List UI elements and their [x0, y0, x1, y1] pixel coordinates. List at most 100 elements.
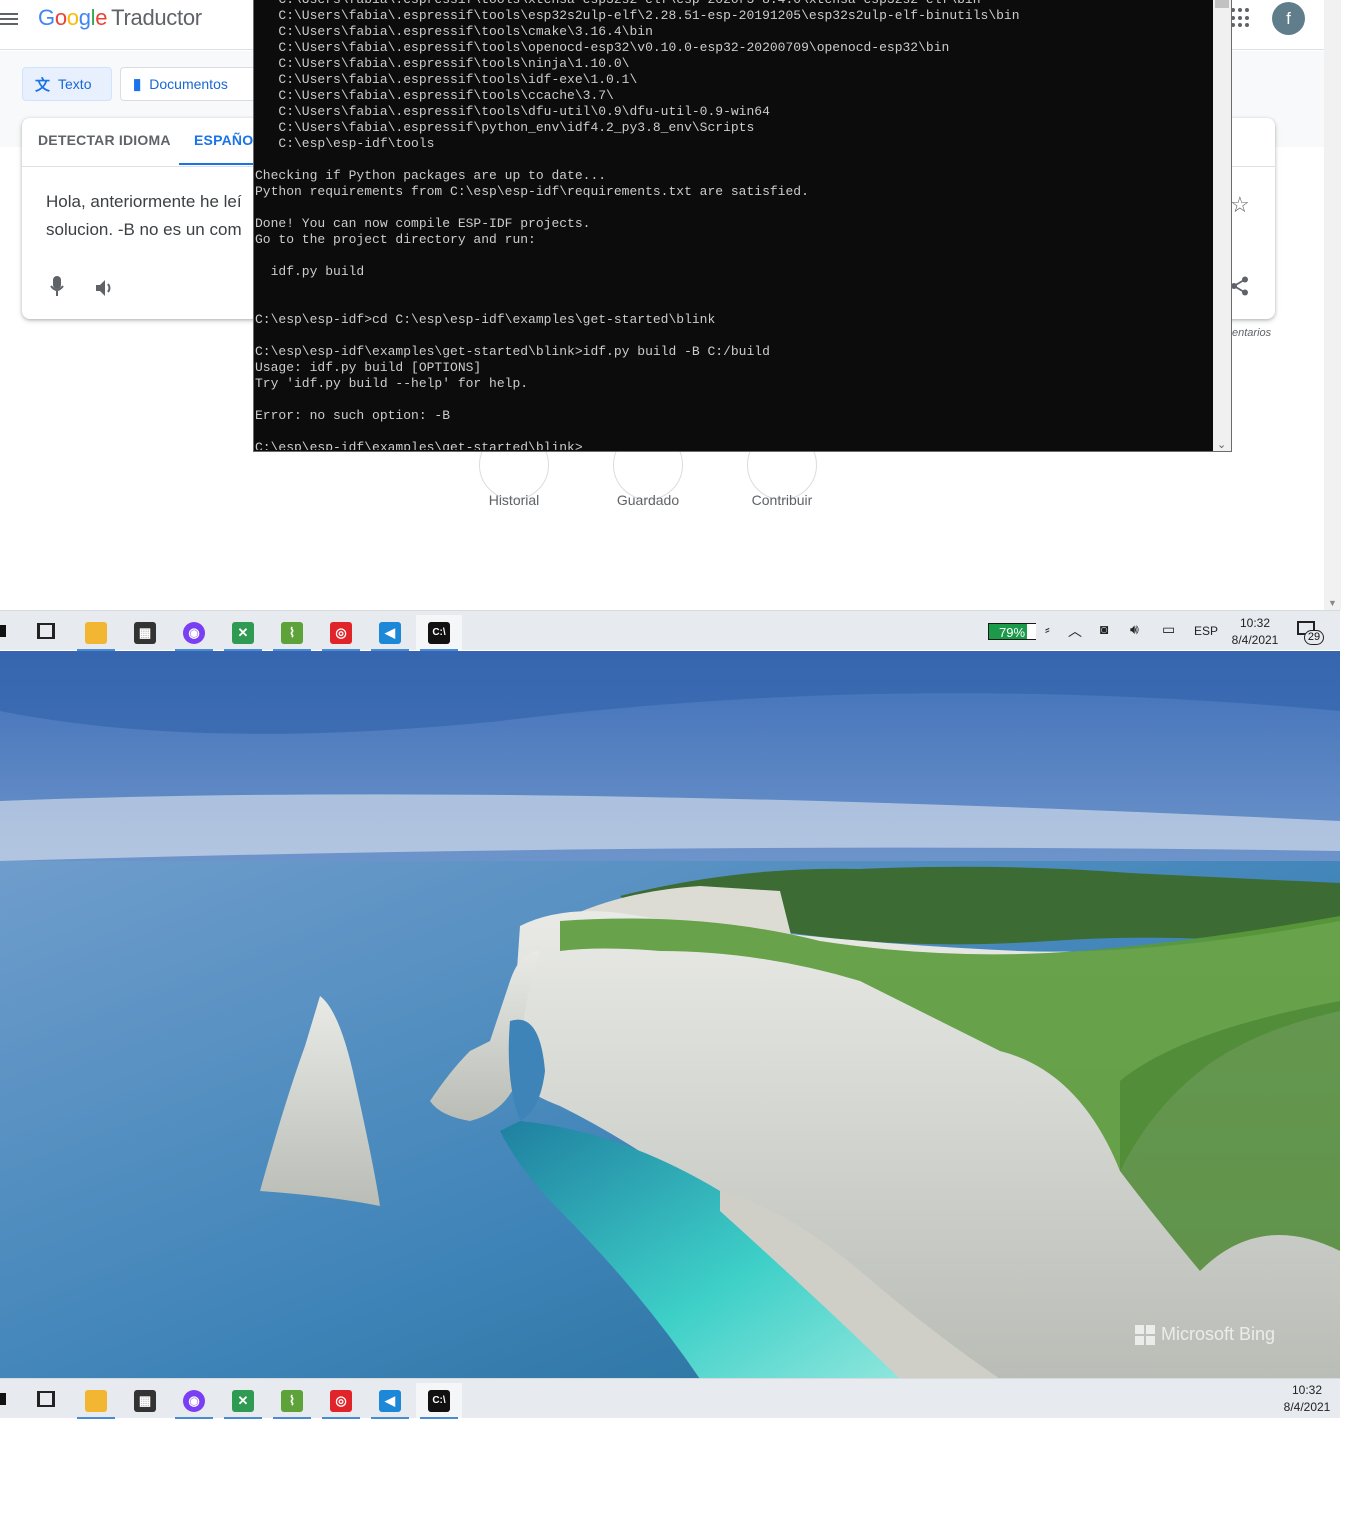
meet-now-icon[interactable]: ◙: [1100, 621, 1108, 637]
volume-icon[interactable]: 🔊︎: [1130, 621, 1139, 638]
console-line: C:\Users\fabia\.espressif\tools\cmake\3.…: [255, 24, 653, 39]
taskbar-secondary: ▦ ◉ ✕ ⌇ ◎ ◀ C:\ 10:32 8/4/2021: [0, 1378, 1340, 1419]
source-textarea[interactable]: Hola, anteriormente he leí solucion. -B …: [46, 188, 276, 244]
page-scrollbar[interactable]: ▼: [1324, 0, 1341, 610]
source-text-line: Hola, anteriormente he leí: [46, 192, 242, 211]
translate-icon: 文: [35, 76, 51, 94]
console-line: C:\esp\esp-idf\tools: [255, 136, 435, 151]
bing-watermark: Microsoft Bing: [1135, 1324, 1275, 1345]
console-line: idf.py build: [255, 264, 365, 279]
console-line: Error: no such option: -B: [255, 408, 451, 423]
history-label: Historial: [488, 492, 540, 508]
feedback-link[interactable]: entarios: [1232, 327, 1271, 339]
command-prompt-window[interactable]: C:\Users\fabia\.espressif\tools\xtensa-e…: [253, 0, 1232, 452]
desktop-wallpaper: [0, 651, 1340, 1379]
documents-mode-button[interactable]: ▮ Documentos: [120, 67, 260, 101]
share-icon[interactable]: [1230, 276, 1250, 296]
clock[interactable]: 10:32 8/4/2021: [1225, 615, 1285, 649]
documents-mode-label: Documentos: [149, 76, 228, 92]
console-line: C:\esp\esp-idf\examples\get-started\blin…: [255, 344, 770, 359]
espressif-icon[interactable]: ◎: [318, 1383, 364, 1419]
pen-icon[interactable]: ⸗: [1045, 621, 1050, 637]
clock[interactable]: 10:32 8/4/2021: [1277, 1382, 1337, 1416]
clock-time: 10:32: [1239, 616, 1271, 630]
store-icon[interactable]: ▦: [122, 1383, 168, 1419]
notification-center-icon[interactable]: 29: [1297, 621, 1324, 645]
command-prompt-icon[interactable]: C:\: [416, 615, 462, 651]
screen: Google Traductor f 文 Texto ▮ Documentos D…: [0, 0, 1366, 1536]
console-line: Usage: idf.py build [OPTIONS]: [255, 360, 482, 375]
source-text-line: solucion. -B no es un com: [46, 220, 242, 239]
console-line: C:\Users\fabia\.espressif\tools\idf-exe\…: [255, 72, 638, 87]
console-line: C:\esp\esp-idf>cd C:\esp\esp-idf\example…: [255, 312, 716, 327]
console-line: C:\esp\esp-idf\examples\get-started\blin…: [255, 440, 583, 450]
google-apps-icon[interactable]: [1231, 8, 1251, 28]
main-menu-icon[interactable]: [0, 10, 20, 30]
microsoft-logo-icon: [1135, 1324, 1155, 1345]
document-icon: ▮: [133, 76, 142, 93]
file-explorer-icon[interactable]: [73, 1383, 119, 1419]
battery-icon[interactable]: ▭: [1162, 621, 1175, 638]
chart-app-icon[interactable]: ⌇: [269, 1383, 315, 1419]
console-line: C:\Users\fabia\.espressif\tools\esp32s2u…: [255, 8, 1020, 23]
text-mode-button[interactable]: 文 Texto: [22, 67, 112, 101]
console-line: C:\Users\fabia\.espressif\python_env\idf…: [255, 120, 755, 135]
clock-date: 8/4/2021: [1231, 633, 1279, 647]
chevron-down-icon[interactable]: ⌄: [1217, 438, 1226, 451]
spreadsheet-icon[interactable]: ✕: [220, 615, 266, 651]
start-button[interactable]: [0, 625, 6, 637]
taskbar: ▦ ◉ ✕ ⌇ ◎ ◀ C:\ 79% ⸗ ︿ ◙ 🔊︎ ▭ ESP 10:32…: [0, 610, 1340, 651]
vscode-icon[interactable]: ◀: [367, 615, 413, 651]
spreadsheet-icon[interactable]: ✕: [220, 1383, 266, 1419]
store-icon[interactable]: ▦: [122, 615, 168, 651]
console-output: C:\Users\fabia\.espressif\tools\xtensa-e…: [255, 0, 1213, 450]
espressif-icon[interactable]: ◎: [318, 615, 364, 651]
clock-time: 10:32: [1291, 1383, 1323, 1397]
console-line: Checking if Python packages are up to da…: [255, 168, 607, 183]
task-view-icon[interactable]: [37, 1391, 55, 1407]
speaker-icon[interactable]: [94, 278, 116, 298]
product-name: Traductor: [111, 5, 202, 30]
start-button[interactable]: [0, 1393, 6, 1405]
bing-brand-text: Microsoft Bing: [1161, 1324, 1276, 1344]
console-line: C:\Users\fabia\.espressif\tools\ninja\1.…: [255, 56, 630, 71]
tab-detect-language[interactable]: DETECTAR IDIOMA: [38, 132, 171, 148]
account-avatar[interactable]: f: [1272, 2, 1305, 35]
clock-date: 8/4/2021: [1283, 1400, 1331, 1414]
chevron-up-icon[interactable]: ︿: [1068, 621, 1082, 641]
language-indicator[interactable]: ESP: [1194, 624, 1218, 638]
console-line: Done! You can now compile ESP-IDF projec…: [255, 216, 591, 231]
console-line: Python requirements from C:\esp\esp-idf\…: [255, 184, 809, 199]
console-line: Go to the project directory and run:: [255, 232, 536, 247]
notification-count: 29: [1304, 630, 1324, 645]
file-explorer-icon[interactable]: [73, 615, 119, 651]
console-scroll-thumb[interactable]: [1215, 0, 1229, 8]
star-icon[interactable]: ☆: [1230, 192, 1250, 218]
console-scrollbar[interactable]: ⌄: [1213, 0, 1231, 451]
browser-icon[interactable]: ◉: [171, 615, 217, 651]
vscode-icon[interactable]: ◀: [367, 1383, 413, 1419]
task-view-icon[interactable]: [37, 623, 55, 639]
contribute-label: Contribuir: [751, 492, 813, 508]
wallpaper-image: [0, 651, 1340, 1379]
battery-indicator[interactable]: 79%: [988, 623, 1036, 640]
command-prompt-icon[interactable]: C:\: [416, 1383, 462, 1419]
console-line: Try 'idf.py build --help' for help.: [255, 376, 529, 391]
scroll-down-icon[interactable]: ▼: [1328, 598, 1337, 608]
google-translate-logo[interactable]: Google Traductor: [38, 5, 202, 31]
tab-spanish[interactable]: ESPAÑOL: [194, 132, 262, 148]
microphone-icon[interactable]: [50, 276, 64, 298]
chart-app-icon[interactable]: ⌇: [269, 615, 315, 651]
console-line: C:\Users\fabia\.espressif\tools\xtensa-e…: [255, 0, 1213, 8]
active-tab-indicator: [179, 163, 259, 165]
saved-label: Guardado: [616, 492, 680, 508]
browser-icon[interactable]: ◉: [171, 1383, 217, 1419]
